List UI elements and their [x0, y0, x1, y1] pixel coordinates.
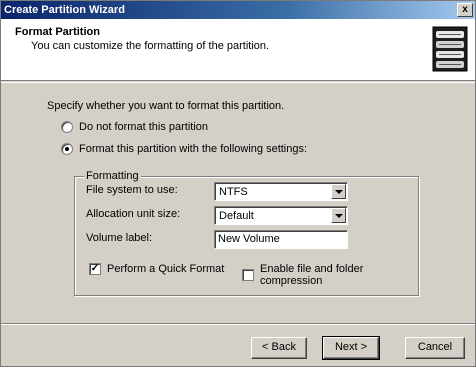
radio-do-not-format[interactable]: Do not format this partition [61, 121, 208, 133]
title-bar[interactable]: Create Partition Wizard x [1, 1, 475, 19]
wizard-window: Create Partition Wizard x Format Partiti… [0, 0, 476, 367]
compression-label: Enable file and folder compression [260, 263, 364, 287]
allocation-unit-label: Allocation unit size: [86, 208, 181, 220]
volume-label-label: Volume label: [86, 232, 153, 244]
compression-checkbox-row[interactable]: Enable file and folder compression [242, 263, 418, 287]
compression-checkbox[interactable] [242, 269, 254, 281]
radio-label: Format this partition with the following… [79, 143, 308, 155]
radio-button[interactable] [61, 121, 73, 133]
close-button[interactable]: x [457, 3, 473, 17]
footer-divider-highlight [1, 324, 475, 325]
radio-button-selected[interactable] [61, 143, 73, 155]
chevron-down-icon[interactable] [331, 184, 346, 199]
close-icon: x [462, 4, 468, 15]
format-prompt: Specify whether you want to format this … [47, 100, 285, 112]
wizard-content: Specify whether you want to format this … [1, 83, 475, 323]
file-system-value: NTFS [219, 186, 248, 198]
file-system-select[interactable]: NTFS [214, 182, 348, 201]
chevron-down-icon[interactable] [331, 208, 346, 223]
file-system-label: File system to use: [86, 184, 178, 196]
wizard-header: Format Partition You can customize the f… [1, 19, 475, 81]
groupbox-legend: Formatting [84, 170, 141, 182]
formatting-groupbox: Formatting File system to use: NTFS Allo… [74, 170, 419, 296]
quick-format-label: Perform a Quick Format [107, 263, 225, 275]
radio-label: Do not format this partition [79, 121, 209, 133]
cancel-button[interactable]: Cancel [405, 337, 465, 359]
volume-label-input[interactable]: New Volume [214, 230, 348, 249]
allocation-unit-value: Default [219, 210, 254, 222]
radio-format-partition[interactable]: Format this partition with the following… [61, 143, 307, 155]
allocation-unit-select[interactable]: Default [214, 206, 348, 225]
quick-format-checkbox[interactable]: ✓ [89, 263, 101, 275]
back-button[interactable]: < Back [251, 337, 307, 359]
page-title: Format Partition [15, 26, 100, 38]
page-subtitle: You can customize the formatting of the … [31, 40, 270, 52]
disk-stack-icon [432, 26, 468, 72]
quick-format-checkbox-row[interactable]: ✓ Perform a Quick Format [89, 263, 224, 275]
window-title: Create Partition Wizard [4, 4, 125, 16]
next-button[interactable]: Next > [322, 336, 380, 360]
